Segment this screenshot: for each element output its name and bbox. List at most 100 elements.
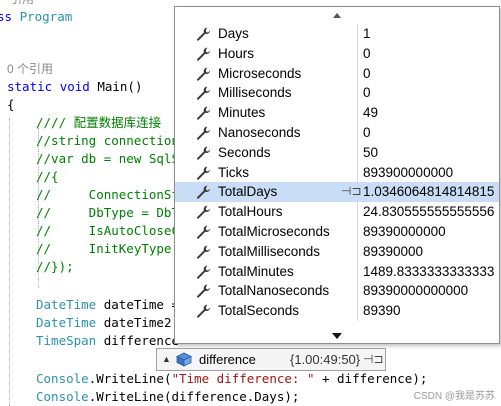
variable-cube-icon: [176, 352, 192, 367]
expand-icon[interactable]: ▲: [162, 349, 171, 370]
property-name: Minutes: [218, 105, 266, 121]
property-value[interactable]: 89390000000: [363, 222, 446, 242]
variable-hover-tip[interactable]: ▲ difference {1.00:49:50} ⊣⊐: [156, 348, 386, 371]
wrench-icon: [196, 166, 211, 180]
property-name: TotalMicroseconds: [218, 223, 330, 239]
wrench-icon: [196, 27, 211, 41]
code-line: Console.WriteLine("Time difference: " + …: [36, 370, 427, 388]
type-name: TimeSpan: [36, 333, 97, 348]
reference-count[interactable]: 0 个引用: [7, 62, 53, 76]
scroll-up-button[interactable]: [175, 8, 499, 22]
datatip-row[interactable]: Microseconds 0: [175, 64, 499, 84]
static-keyword: static: [7, 79, 53, 94]
property-value[interactable]: 50: [363, 143, 378, 163]
pin-icon[interactable]: ⊣⊐: [341, 182, 362, 202]
property-name: TotalSeconds: [218, 303, 300, 319]
property-value[interactable]: 24.830555555555556: [363, 202, 494, 222]
code-text: .WriteLine(: [88, 371, 172, 386]
type-name: Console: [36, 371, 89, 386]
property-value[interactable]: 893900000000: [363, 163, 453, 183]
code-text: difference: [96, 333, 180, 348]
class-name: Program: [19, 9, 73, 24]
datatip-row[interactable]: Nanoseconds 0: [175, 123, 499, 143]
wrench-icon: [196, 146, 211, 160]
datatip-row[interactable]: Days 1: [175, 24, 499, 44]
datatip-row[interactable]: Minutes 49: [175, 103, 499, 123]
datatip-row[interactable]: Milliseconds 0: [175, 83, 499, 103]
datatip-row[interactable]: TotalHours 24.830555555555556: [175, 202, 499, 222]
property-name: Nanoseconds: [218, 124, 301, 140]
pin-icon[interactable]: ⊣⊐: [363, 349, 384, 370]
reference-text: 引用: [10, 0, 34, 6]
property-value[interactable]: 1.0346064814814815: [363, 182, 494, 202]
type-name: DateTime: [36, 315, 97, 330]
property-name: Days: [218, 26, 249, 41]
class-keyword: ss: [0, 9, 13, 24]
method-name: Main(): [97, 79, 143, 94]
debugger-datatip[interactable]: Days 1 Hours 0 Microseconds 0 Milliseconds 0 Min…: [174, 6, 500, 344]
datatip-rows: Days 1 Hours 0 Microseconds 0 Milliseconds 0 Min…: [175, 24, 499, 321]
comment-line: //});: [36, 259, 74, 274]
datatip-row[interactable]: TotalMicroseconds 89390000000: [175, 222, 499, 242]
wrench-icon: [196, 67, 211, 81]
datatip-row[interactable]: TotalMilliseconds 89390000: [175, 242, 499, 262]
wrench-icon: [196, 126, 211, 140]
property-name: Milliseconds: [218, 85, 292, 101]
datatip-row[interactable]: Hours 0: [175, 44, 499, 64]
comment-line: // InitKeyType =: [36, 241, 187, 256]
datatip-row[interactable]: TotalMinutes 1489.8333333333333: [175, 262, 499, 282]
comment-line: //var db = new SqlS: [36, 151, 179, 166]
property-value[interactable]: 0: [363, 83, 371, 103]
scroll-up-icon: [333, 12, 341, 18]
property-name: Hours: [218, 45, 255, 61]
variable-name: difference: [199, 352, 256, 367]
property-value[interactable]: 0: [363, 44, 371, 64]
wrench-icon: [196, 86, 211, 101]
wrench-icon: [196, 245, 211, 259]
string-literal: "Time difference: ": [171, 371, 315, 386]
property-value[interactable]: 0: [363, 64, 371, 84]
property-name: Microseconds: [218, 65, 302, 81]
property-value[interactable]: 1489.8333333333333: [363, 262, 494, 282]
code-line: static void Main(): [7, 78, 142, 96]
scroll-down-icon: [332, 333, 342, 339]
code-text: dateTime =: [96, 297, 180, 312]
comment-line: //// 配置数据库连接: [36, 115, 162, 130]
property-name: Ticks: [218, 164, 249, 180]
property-name: TotalMinutes: [218, 263, 294, 279]
comment-line: // IsAutoCloseCo: [36, 223, 187, 238]
code-line: ss Program: [0, 8, 72, 26]
property-value[interactable]: 89390000: [363, 242, 423, 262]
wrench-icon: [196, 47, 211, 61]
wrench-icon: [196, 304, 211, 318]
wrench-icon: [196, 225, 211, 239]
wrench-icon: [196, 205, 211, 219]
datatip-row[interactable]: TotalDays ⊣⊐ 1.0346064814814815: [175, 182, 499, 203]
property-name: Seconds: [218, 144, 271, 160]
property-name: TotalMilliseconds: [218, 243, 321, 259]
scroll-down-button[interactable]: [175, 329, 499, 343]
code-line: DateTime dateTime =: [36, 296, 179, 314]
code-text: .WriteLine(difference.Days);: [88, 389, 300, 404]
datatip-row[interactable]: TotalNanoseconds 89390000000000: [175, 281, 499, 301]
property-value[interactable]: 1: [363, 24, 371, 44]
wrench-icon: [196, 284, 211, 299]
property-value[interactable]: 89390000000000: [363, 281, 468, 301]
code-lens[interactable]: 0 个引用: [7, 60, 53, 78]
variable-value: {1.00:49:50}: [290, 352, 361, 367]
code-text: dateTime2: [96, 315, 172, 330]
comment-line: //string connection: [36, 133, 179, 148]
watermark: CSDN @我是苏苏: [413, 391, 495, 402]
property-name: TotalHours: [218, 204, 283, 220]
code-line: {: [7, 97, 15, 112]
property-value[interactable]: 49: [363, 103, 378, 123]
property-value[interactable]: 89390: [363, 301, 401, 321]
property-name: TotalDays: [218, 184, 278, 200]
comment-line: //{: [36, 169, 59, 184]
property-name: TotalNanoseconds: [218, 283, 330, 299]
datatip-row[interactable]: Seconds 50: [175, 143, 499, 163]
datatip-row[interactable]: TotalSeconds 89390: [175, 301, 499, 321]
property-value[interactable]: 0: [363, 123, 371, 143]
datatip-row[interactable]: Ticks 893900000000: [175, 163, 499, 183]
indent-guide: [9, 118, 10, 406]
